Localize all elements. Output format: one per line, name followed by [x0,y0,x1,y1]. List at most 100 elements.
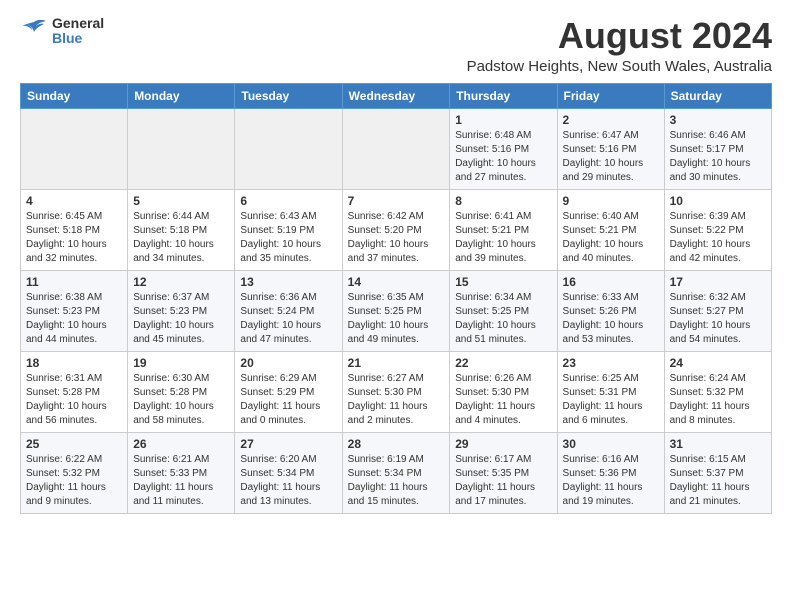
day-number: 9 [563,194,659,208]
calendar-cell: 2Sunrise: 6:47 AM Sunset: 5:16 PM Daylig… [557,108,664,189]
day-info: Sunrise: 6:33 AM Sunset: 5:26 PM Dayligh… [563,291,659,347]
calendar-cell: 9 Sunrise: 6:40 AM Sunset: 5:21 PM Daylig… [557,189,664,270]
day-info: Sunrise: 6:19 AM Sunset: 5:34 PM Dayligh… [348,453,445,509]
day-number: 25 [26,437,122,451]
calendar-cell: 5 Sunrise: 6:44 AM Sunset: 5:18 PM Daylig… [128,189,235,270]
day-number: 27 [240,437,336,451]
weekday-header-thursday: Thursday [450,83,557,108]
day-info: Sunrise: 6:15 AM Sunset: 5:37 PM Dayligh… [670,453,766,509]
calendar-cell: 6Sunrise: 6:43 AM Sunset: 5:19 PM Daylig… [235,189,342,270]
weekday-header-sunday: Sunday [21,83,128,108]
day-number: 22 [455,356,551,370]
day-info: Sunrise: 6:44 AM Sunset: 5:18 PM Dayligh… [133,210,229,266]
calendar-cell: 7 Sunrise: 6:42 AM Sunset: 5:20 PM Daylig… [342,189,450,270]
day-number: 23 [563,356,659,370]
calendar-cell: 15 Sunrise: 6:34 AM Sunset: 5:25 PM Dayli… [450,270,557,351]
day-number: 5 [133,194,229,208]
day-number: 4 [26,194,122,208]
day-number: 10 [670,194,766,208]
calendar-cell: 11 Sunrise: 6:38 AM Sunset: 5:23 PM Dayli… [21,270,128,351]
calendar-header: SundayMondayTuesdayWednesdayThursdayFrid… [21,83,772,108]
calendar-cell: 22 Sunrise: 6:26 AM Sunset: 5:30 PM Dayli… [450,351,557,432]
day-number: 15 [455,275,551,289]
calendar-cell: 13 Sunrise: 6:36 AM Sunset: 5:24 PM Dayli… [235,270,342,351]
calendar-cell [342,108,450,189]
day-number: 7 [348,194,445,208]
day-info: Sunrise: 6:24 AM Sunset: 5:32 PM Dayligh… [670,372,766,428]
day-info: Sunrise: 6:38 AM Sunset: 5:23 PM Dayligh… [26,291,122,347]
day-number: 19 [133,356,229,370]
calendar-cell: 25 Sunrise: 6:22 AM Sunset: 5:32 PM Dayli… [21,432,128,513]
day-info: Sunrise: 6:42 AM Sunset: 5:20 PM Dayligh… [348,210,445,266]
day-info: Sunrise: 6:36 AM Sunset: 5:24 PM Dayligh… [240,291,336,347]
calendar-cell: 12Sunrise: 6:37 AM Sunset: 5:23 PM Dayli… [128,270,235,351]
calendar-cell: 28 Sunrise: 6:19 AM Sunset: 5:34 PM Dayli… [342,432,450,513]
day-info: Sunrise: 6:34 AM Sunset: 5:25 PM Dayligh… [455,291,551,347]
day-info: Sunrise: 6:29 AM Sunset: 5:29 PM Dayligh… [240,372,336,428]
day-number: 20 [240,356,336,370]
logo-text: General Blue [52,16,104,47]
calendar-cell: 14 Sunrise: 6:35 AM Sunset: 5:25 PM Dayli… [342,270,450,351]
day-number: 12 [133,275,229,289]
day-number: 1 [455,113,551,127]
day-number: 16 [563,275,659,289]
weekday-header-wednesday: Wednesday [342,83,450,108]
day-info: Sunrise: 6:39 AM Sunset: 5:22 PM Dayligh… [670,210,766,266]
day-info: Sunrise: 6:22 AM Sunset: 5:32 PM Dayligh… [26,453,122,509]
main-title: August 2024 [467,16,772,56]
day-number: 3 [670,113,766,127]
calendar-cell: 29 Sunrise: 6:17 AM Sunset: 5:35 PM Dayli… [450,432,557,513]
day-info: Sunrise: 6:21 AM Sunset: 5:33 PM Dayligh… [133,453,229,509]
day-info: Sunrise: 6:20 AM Sunset: 5:34 PM Dayligh… [240,453,336,509]
calendar-cell: 10 Sunrise: 6:39 AM Sunset: 5:22 PM Dayli… [664,189,771,270]
header: General Blue August 2024 Padstow Heights… [20,16,772,75]
day-number: 28 [348,437,445,451]
calendar-cell: 24 Sunrise: 6:24 AM Sunset: 5:32 PM Dayli… [664,351,771,432]
day-number: 29 [455,437,551,451]
day-number: 17 [670,275,766,289]
day-info: Sunrise: 6:31 AM Sunset: 5:28 PM Dayligh… [26,372,122,428]
weekday-header-monday: Monday [128,83,235,108]
calendar-cell: 21Sunrise: 6:27 AM Sunset: 5:30 PM Dayli… [342,351,450,432]
day-number: 18 [26,356,122,370]
calendar-cell: 27 Sunrise: 6:20 AM Sunset: 5:34 PM Dayli… [235,432,342,513]
calendar-week-3: 11 Sunrise: 6:38 AM Sunset: 5:23 PM Dayli… [21,270,772,351]
calendar-cell: 8Sunrise: 6:41 AM Sunset: 5:21 PM Daylig… [450,189,557,270]
day-info: Sunrise: 6:26 AM Sunset: 5:30 PM Dayligh… [455,372,551,428]
calendar-cell: 1 Sunrise: 6:48 AM Sunset: 5:16 PM Daylig… [450,108,557,189]
day-info: Sunrise: 6:47 AM Sunset: 5:16 PM Dayligh… [563,129,659,185]
day-info: Sunrise: 6:35 AM Sunset: 5:25 PM Dayligh… [348,291,445,347]
calendar-cell: 3 Sunrise: 6:46 AM Sunset: 5:17 PM Daylig… [664,108,771,189]
day-info: Sunrise: 6:40 AM Sunset: 5:21 PM Dayligh… [563,210,659,266]
day-info: Sunrise: 6:46 AM Sunset: 5:17 PM Dayligh… [670,129,766,185]
weekday-header-saturday: Saturday [664,83,771,108]
calendar-week-5: 25 Sunrise: 6:22 AM Sunset: 5:32 PM Dayli… [21,432,772,513]
weekday-header-friday: Friday [557,83,664,108]
day-info: Sunrise: 6:16 AM Sunset: 5:36 PM Dayligh… [563,453,659,509]
logo-icon [20,18,48,45]
day-number: 6 [240,194,336,208]
day-info: Sunrise: 6:27 AM Sunset: 5:30 PM Dayligh… [348,372,445,428]
day-number: 14 [348,275,445,289]
calendar-cell [128,108,235,189]
day-number: 11 [26,275,122,289]
calendar-cell: 18 Sunrise: 6:31 AM Sunset: 5:28 PM Dayli… [21,351,128,432]
day-number: 8 [455,194,551,208]
day-info: Sunrise: 6:17 AM Sunset: 5:35 PM Dayligh… [455,453,551,509]
subtitle: Padstow Heights, New South Wales, Austra… [467,58,772,75]
day-info: Sunrise: 6:30 AM Sunset: 5:28 PM Dayligh… [133,372,229,428]
calendar-cell: 20 Sunrise: 6:29 AM Sunset: 5:29 PM Dayli… [235,351,342,432]
day-info: Sunrise: 6:32 AM Sunset: 5:27 PM Dayligh… [670,291,766,347]
day-number: 31 [670,437,766,451]
weekday-header-tuesday: Tuesday [235,83,342,108]
calendar-cell: 30Sunrise: 6:16 AM Sunset: 5:36 PM Dayli… [557,432,664,513]
calendar-cell [21,108,128,189]
calendar-cell: 19 Sunrise: 6:30 AM Sunset: 5:28 PM Dayli… [128,351,235,432]
day-number: 24 [670,356,766,370]
day-info: Sunrise: 6:25 AM Sunset: 5:31 PM Dayligh… [563,372,659,428]
calendar-week-1: 1 Sunrise: 6:48 AM Sunset: 5:16 PM Daylig… [21,108,772,189]
calendar-cell: 4Sunrise: 6:45 AM Sunset: 5:18 PM Daylig… [21,189,128,270]
day-number: 13 [240,275,336,289]
calendar-week-4: 18 Sunrise: 6:31 AM Sunset: 5:28 PM Dayli… [21,351,772,432]
day-info: Sunrise: 6:48 AM Sunset: 5:16 PM Dayligh… [455,129,551,185]
